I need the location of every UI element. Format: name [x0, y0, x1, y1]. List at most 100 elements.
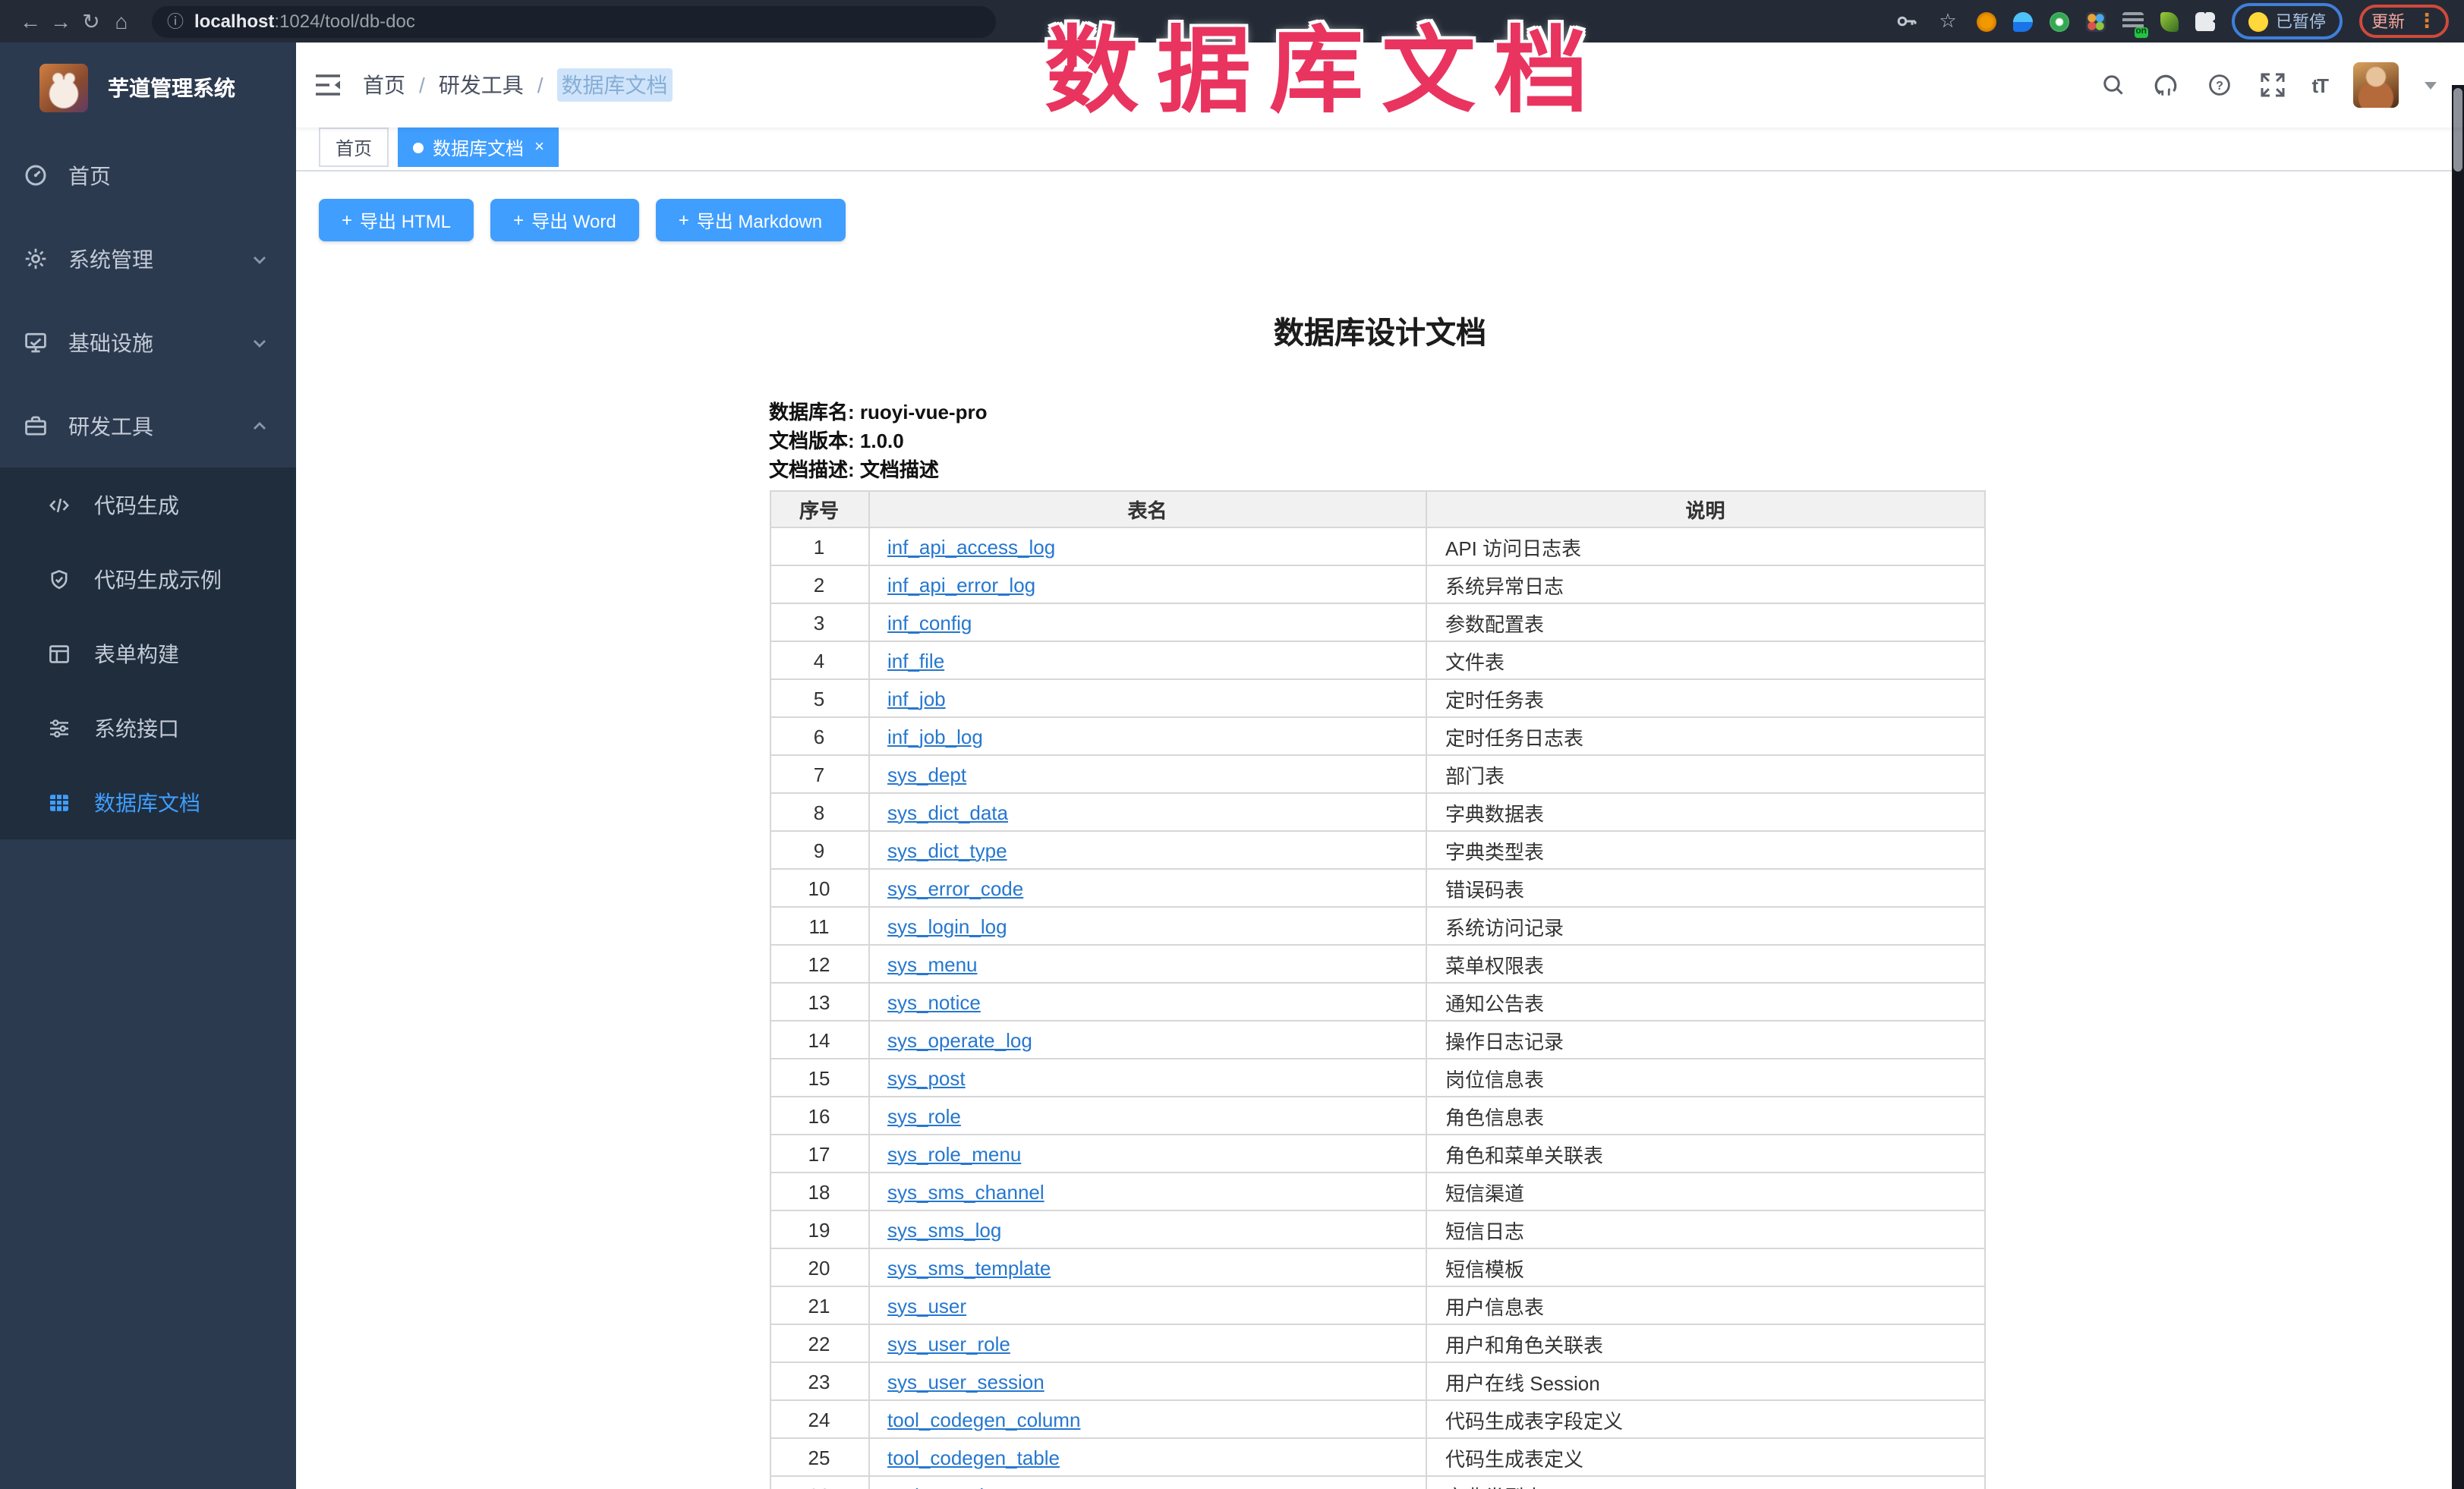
sidebar-item-form-builder[interactable]: 表单构建 [0, 616, 296, 691]
table-row: 1inf_api_access_logAPI 访问日志表 [770, 527, 1984, 565]
table-row: 2inf_api_error_log系统异常日志 [770, 565, 1984, 603]
sidebar-item-codegen-demo[interactable]: 代码生成示例 [0, 542, 296, 616]
pin-extension-icon[interactable] [2013, 11, 2033, 31]
browser-menu-icon[interactable]: ⋮ [2417, 9, 2437, 33]
table-row: 9sys_dict_type字典类型表 [770, 831, 1984, 869]
table-name-link[interactable]: sys_error_code [887, 877, 1023, 899]
table-name-link[interactable]: tool_codegen_table [887, 1446, 1060, 1469]
table-name-link[interactable]: sys_notice [887, 990, 981, 1013]
table-name-link[interactable]: sys_sms_channel [887, 1180, 1045, 1203]
table-name-link[interactable]: sys_user_role [887, 1332, 1010, 1355]
table-name-link[interactable]: sys_user [887, 1294, 966, 1317]
help-icon[interactable]: ? [2205, 71, 2232, 99]
table-row: 4inf_file文件表 [770, 641, 1984, 679]
export-word-button[interactable]: + 导出 Word [490, 199, 639, 241]
table-desc-cell: 字典类型表 [1426, 1476, 1984, 1489]
proxy-on-extension-icon[interactable]: on [2122, 11, 2144, 31]
table-name-link[interactable]: sys_post [887, 1066, 966, 1089]
sidebar-item-devtools[interactable]: 研发工具 [0, 384, 296, 467]
table-row: 12sys_menu菜单权限表 [770, 945, 1984, 983]
sidebar-item-system-api[interactable]: 系统接口 [0, 691, 296, 765]
user-caret-down-icon[interactable] [2425, 81, 2437, 89]
app-logo-row[interactable]: 芋道管理系统 [0, 42, 296, 134]
browser-back-icon[interactable]: ← [15, 0, 46, 42]
table-desc-cell: 代码生成表定义 [1426, 1438, 1984, 1476]
table-desc-cell: 用户信息表 [1426, 1286, 1984, 1324]
breadcrumb-devtools[interactable]: 研发工具 [439, 70, 524, 100]
form-icon [49, 643, 70, 664]
sidebar-item-home[interactable]: 首页 [0, 134, 296, 217]
tab-label: 数据库文档 [433, 134, 524, 160]
font-size-icon[interactable]: tT [2311, 74, 2327, 96]
sidebar-item-codegen[interactable]: 代码生成 [0, 467, 296, 542]
address-bar[interactable]: ⓘ localhost:1024/tool/db-doc [152, 5, 996, 37]
collapse-sidebar-icon[interactable] [314, 73, 342, 97]
site-info-icon[interactable]: ⓘ [167, 9, 184, 33]
table-name-link[interactable]: sys_dict_data [887, 801, 1008, 823]
tab-close-icon[interactable]: × [534, 139, 544, 156]
green-check-extension-icon[interactable] [2050, 11, 2069, 31]
browser-forward-icon[interactable]: → [46, 0, 76, 42]
sidebar-item-db-doc[interactable]: 数据库文档 [0, 765, 296, 839]
breadcrumb-home[interactable]: 首页 [363, 70, 405, 100]
sidebar-item-infrastructure[interactable]: 基础设施 [0, 301, 296, 384]
password-key-icon[interactable] [1895, 9, 1919, 33]
table-name-link[interactable]: inf_job [887, 687, 946, 710]
fullscreen-icon[interactable] [2258, 71, 2286, 99]
export-markdown-button[interactable]: + 导出 Markdown [656, 199, 845, 241]
table-name-link[interactable]: tool_codegen_column [887, 1408, 1080, 1431]
export-toolbar: + 导出 HTML + 导出 Word + 导出 Markdown [319, 199, 2441, 241]
search-icon[interactable] [2099, 71, 2126, 99]
table-name-link[interactable]: sys_dict_type [887, 839, 1007, 861]
export-html-button[interactable]: + 导出 HTML [319, 199, 474, 241]
app-title: 芋道管理系统 [108, 73, 235, 103]
table-desc-cell: 定时任务表 [1426, 679, 1984, 717]
tables-overview-table: 序号 表名 说明 1inf_api_access_logAPI 访问日志表2in… [769, 490, 1985, 1489]
table-name-link[interactable]: sys_menu [887, 952, 978, 975]
row-index-cell: 23 [770, 1362, 868, 1400]
plus-icon: + [513, 209, 524, 231]
sidebar-item-system[interactable]: 系统管理 [0, 217, 296, 301]
table-name-link[interactable]: inf_api_error_log [887, 573, 1035, 596]
doc-meta: 数据库名: ruoyi-vue-pro 文档版本: 1.0.0 文档描述: 文档… [769, 398, 1991, 484]
button-label: 导出 HTML [360, 207, 451, 233]
table-name-link[interactable]: inf_api_access_log [887, 535, 1055, 558]
table-desc-cell: 定时任务日志表 [1426, 717, 1984, 755]
on-badge: on [2134, 27, 2148, 37]
page-scrollbar[interactable] [2452, 85, 2464, 1489]
table-name-link[interactable]: sys_login_log [887, 914, 1007, 937]
paused-extension-chip[interactable]: 已暂停 [2232, 3, 2343, 39]
bookmark-star-icon[interactable]: ☆ [1936, 9, 1960, 33]
browser-update-button[interactable]: 更新 [2371, 9, 2405, 33]
table-name-link[interactable]: inf_config [887, 611, 972, 634]
puzzle-extension-icon[interactable] [2195, 11, 2215, 31]
leaf-extension-icon[interactable] [2160, 11, 2179, 31]
table-name-link[interactable]: sys_role_menu [887, 1142, 1021, 1165]
table-desc-cell: 短信模板 [1426, 1248, 1984, 1286]
table-name-link[interactable]: inf_file [887, 649, 944, 672]
orange-extension-icon[interactable] [1977, 11, 1996, 31]
user-avatar[interactable] [2353, 62, 2399, 108]
table-name-link[interactable]: sys_sms_template [887, 1256, 1051, 1279]
table-name-link[interactable]: sys_operate_log [887, 1028, 1032, 1051]
table-name-link[interactable]: sys_sms_log [887, 1218, 1001, 1241]
table-name-cell: sys_dict_data [868, 793, 1426, 831]
table-name-cell: tool_codegen_table [868, 1438, 1426, 1476]
tab-db-doc[interactable]: 数据库文档 × [398, 127, 559, 167]
browser-reload-icon[interactable]: ↻ [76, 0, 106, 42]
sidebar-item-label: 数据库文档 [94, 787, 200, 817]
grid-extension-icon[interactable] [2086, 11, 2106, 31]
github-icon[interactable] [2152, 71, 2179, 99]
doc-meta-line: 文档描述: 文档描述 [769, 455, 1991, 484]
table-name-link[interactable]: sys_role [887, 1104, 961, 1127]
table-row: 14sys_operate_log操作日志记录 [770, 1021, 1984, 1059]
table-name-link[interactable]: sys_user_session [887, 1370, 1045, 1393]
row-index-cell: 17 [770, 1135, 868, 1173]
browser-home-icon[interactable]: ⌂ [106, 0, 137, 42]
tab-home[interactable]: 首页 [319, 127, 389, 167]
table-name-cell: sys_user_role [868, 1324, 1426, 1362]
table-name-link[interactable]: sys_dept [887, 763, 966, 785]
breadcrumb-current: 数据库文档 [557, 68, 673, 102]
table-name-link[interactable]: inf_job_log [887, 725, 983, 748]
row-index-cell: 5 [770, 679, 868, 717]
